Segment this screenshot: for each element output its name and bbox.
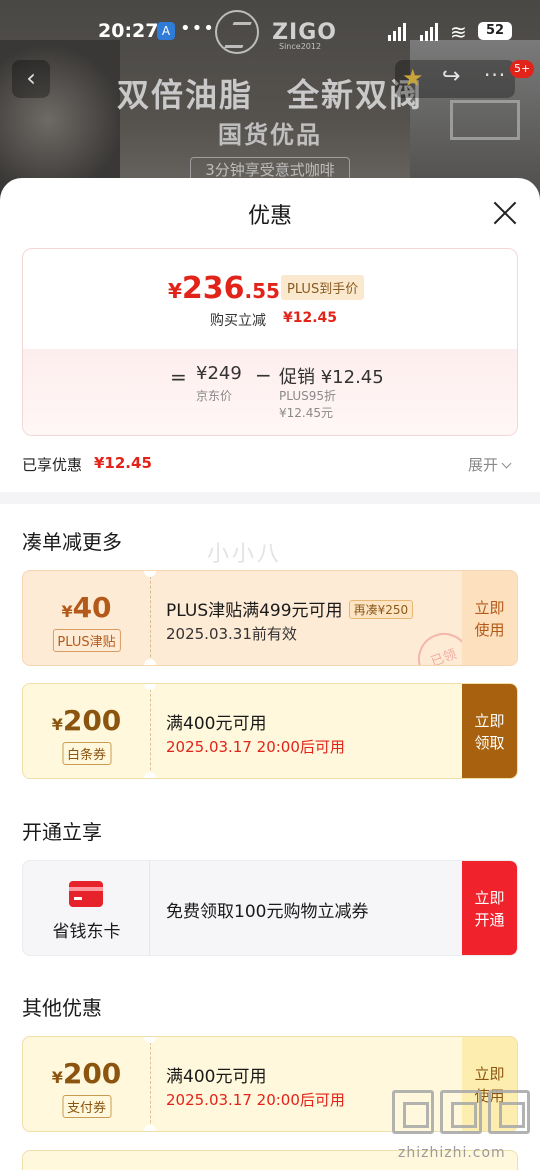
coupon-validity: 2025.03.31前有效 bbox=[166, 625, 297, 643]
coupon-perforation bbox=[150, 571, 151, 665]
coupon-plus-allowance[interactable]: ¥40 PLUS津贴 PLUS津贴满499元可用 再凑¥250 2025.03.3… bbox=[22, 570, 518, 666]
coupon-amount: ¥200 bbox=[51, 1057, 122, 1090]
coupon-amount: ¥40 bbox=[61, 591, 112, 624]
section-title-other: 其他优惠 bbox=[22, 996, 102, 1020]
coupon-notch bbox=[144, 684, 156, 690]
wifi-icon: ≋ bbox=[450, 20, 467, 44]
expand-label: 展开 bbox=[468, 456, 499, 474]
more-options-icon[interactable]: ··· bbox=[484, 63, 506, 87]
app-notification-icon: A bbox=[157, 22, 175, 40]
promotion-detail: ¥12.45元 bbox=[279, 406, 333, 420]
instant-discount-value: ¥12.45 bbox=[283, 310, 338, 326]
use-now-button[interactable]: 立即 使用 bbox=[462, 571, 517, 665]
back-button[interactable]: ‹ bbox=[12, 60, 50, 98]
enjoyed-discount-label: 已享优惠 bbox=[22, 456, 83, 474]
brand-name: ZIGO bbox=[272, 19, 337, 45]
signal-icon bbox=[420, 22, 440, 41]
discount-bottom-sheet: 优惠 ¥236.55 PLUS到手价 购买立减 ¥12.45 = ¥249 京东… bbox=[0, 178, 540, 1170]
promotion-type: PLUS95折 bbox=[279, 389, 336, 403]
price-breakdown-card: ¥236.55 PLUS到手价 购买立减 ¥12.45 = ¥249 京东价 −… bbox=[22, 248, 518, 436]
add-on-amount-tag: 再凑¥250 bbox=[348, 600, 414, 619]
more-notifications-icon: ••• bbox=[180, 18, 215, 39]
coupon-amount: ¥200 bbox=[51, 704, 122, 737]
coupon-value-area: ¥200 支付券 bbox=[23, 1037, 150, 1131]
minus-sign: − bbox=[255, 363, 272, 387]
close-icon[interactable] bbox=[488, 196, 522, 230]
favorite-star-icon[interactable]: ★ bbox=[402, 64, 424, 92]
coupon-type-tag: 白条券 bbox=[61, 742, 112, 765]
watermark-text: 小小八 bbox=[207, 542, 283, 567]
open-now-button[interactable]: 立即 开通 bbox=[462, 861, 517, 955]
jd-price: ¥249 bbox=[196, 363, 242, 384]
coupon-notch bbox=[144, 659, 156, 665]
coupon-notch bbox=[144, 1125, 156, 1131]
coupon-value-area: ¥200 白条券 bbox=[23, 684, 150, 778]
card-info-area: 省钱东卡 bbox=[23, 861, 150, 955]
message-count-badge: 5+ bbox=[510, 60, 535, 78]
coupon-notch bbox=[144, 1037, 156, 1043]
expand-button[interactable]: 展开 bbox=[468, 454, 512, 475]
sheet-title: 优惠 bbox=[247, 204, 292, 229]
brand-logo: ZIGO Since2012 bbox=[215, 10, 337, 54]
coupon-perforation bbox=[150, 1037, 151, 1131]
jd-price-label: 京东价 bbox=[196, 389, 233, 403]
section-title-more: 凑单减更多 bbox=[22, 530, 122, 554]
coupon-value-area: ¥40 PLUS津贴 bbox=[23, 571, 150, 665]
site-watermark-logo bbox=[392, 1090, 532, 1148]
money-saving-card-offer[interactable]: 省钱东卡 免费领取100元购物立减券 立即 开通 bbox=[22, 860, 518, 956]
section-title-open: 开通立享 bbox=[22, 820, 102, 844]
card-name: 省钱东卡 bbox=[52, 922, 121, 942]
chevron-down-icon bbox=[501, 458, 512, 469]
card-offer-description: 免费领取100元购物立减券 bbox=[166, 902, 369, 922]
coupon-type-tag: 支付券 bbox=[61, 1095, 112, 1118]
enjoyed-discount-value: ¥12.45 bbox=[94, 454, 152, 472]
signal-icon bbox=[388, 22, 408, 41]
coupon-notch bbox=[144, 571, 156, 577]
coupon-title: 满400元可用 bbox=[166, 1067, 267, 1087]
share-icon[interactable]: ↪ bbox=[442, 64, 460, 89]
hero-subheadline: 国货优品 bbox=[218, 121, 322, 149]
coupon-validity: 2025.03.17 20:00后可用 bbox=[166, 738, 345, 756]
instant-discount-label: 购买立减 bbox=[210, 313, 266, 329]
promotion-amount: 促销 ¥12.45 bbox=[279, 367, 384, 388]
coupon-title: 满400元可用 bbox=[166, 714, 267, 734]
battery-icon: 52 bbox=[478, 22, 512, 40]
status-time: 20:27 bbox=[98, 20, 159, 42]
claim-now-button[interactable]: 立即 领取 bbox=[462, 684, 517, 778]
final-price: ¥236.55 bbox=[168, 271, 280, 306]
brand-since: Since2012 bbox=[279, 42, 322, 51]
coupon-baitiao[interactable]: ¥200 白条券 满400元可用 2025.03.17 20:00后可用 立即领… bbox=[22, 683, 518, 779]
plus-price-tag: PLUS到手价 bbox=[281, 275, 365, 300]
site-watermark-text: zhizhizhi.com bbox=[398, 1145, 506, 1161]
credit-card-icon bbox=[69, 881, 103, 907]
coupon-validity: 2025.03.17 20:00后可用 bbox=[166, 1091, 345, 1109]
coupon-title: PLUS津贴满499元可用 再凑¥250 bbox=[166, 596, 414, 621]
section-divider bbox=[0, 492, 540, 504]
coupon-perforation bbox=[150, 684, 151, 778]
brand-logo-mark bbox=[215, 10, 259, 54]
coupon-notch bbox=[144, 772, 156, 778]
equals-sign: = bbox=[170, 365, 187, 389]
coupon-type-tag: PLUS津贴 bbox=[52, 629, 121, 652]
